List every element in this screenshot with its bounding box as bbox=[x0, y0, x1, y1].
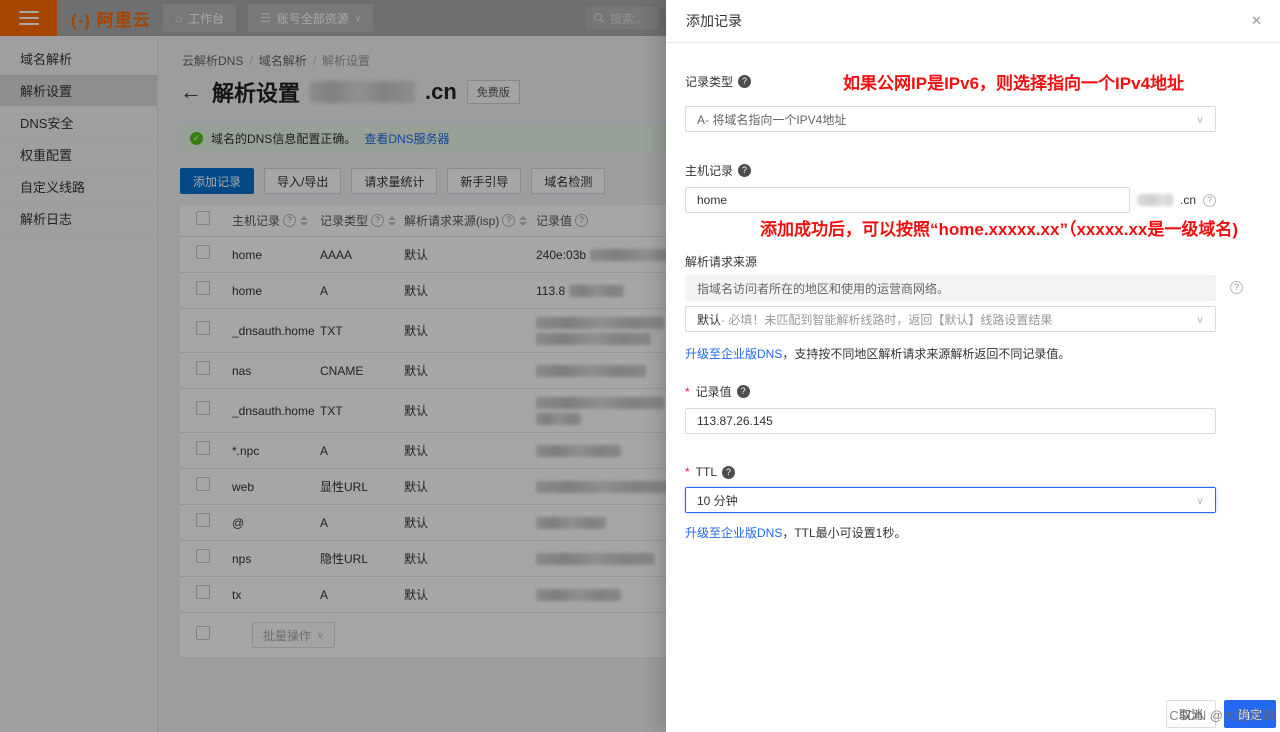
ttl-upgrade-note: 升级至企业版DNS，TTL最小可设置1秒。 bbox=[685, 524, 1216, 541]
ttl-select[interactable]: 10 分钟 ∨ bbox=[685, 487, 1216, 513]
help-icon[interactable] bbox=[722, 466, 735, 479]
drawer-overlay-mask[interactable] bbox=[0, 0, 666, 732]
line-label-row: 解析请求来源 bbox=[685, 253, 1216, 270]
line-select[interactable]: 默认 - 必填！未匹配到智能解析线路时，返回【默认】线路设置结果 ∨ bbox=[685, 306, 1216, 332]
upgrade-dns-link[interactable]: 升级至企业版DNS bbox=[685, 347, 782, 361]
required-asterisk: * bbox=[685, 465, 690, 479]
host-record-label: 主机记录 bbox=[685, 162, 733, 179]
cancel-button[interactable]: 取消 bbox=[1166, 700, 1216, 728]
line-label: 解析请求来源 bbox=[685, 253, 757, 270]
redacted-domain-name bbox=[1137, 194, 1173, 206]
chevron-down-icon: ∨ bbox=[1196, 494, 1204, 507]
ttl-label: TTL bbox=[696, 465, 717, 479]
record-type-label: 记录类型 bbox=[685, 73, 733, 90]
drawer-footer: 取消 确定 bbox=[1166, 700, 1276, 728]
ttl-label-row: * TTL bbox=[685, 465, 1216, 479]
chevron-down-icon: ∨ bbox=[1196, 313, 1204, 326]
ipv6-annotation: 如果公网IP是IPv6，则选择指向一个IPv4地址 bbox=[843, 69, 1184, 94]
line-upgrade-note: 升级至企业版DNS，支持按不同地区解析请求来源解析返回不同记录值。 bbox=[685, 345, 1216, 362]
help-icon[interactable] bbox=[738, 75, 751, 88]
record-type-label-row: 记录类型 bbox=[685, 73, 751, 90]
line-info-box: 指域名访问者所在的地区和使用的运营商网络。 bbox=[685, 275, 1216, 301]
drawer-header: 添加记录 ✕ bbox=[666, 0, 1280, 43]
host-annotation: 添加成功后，可以按照“home.xxxxx.xx”（xxxxx.xx是一级域名) bbox=[760, 215, 1216, 240]
host-record-input[interactable] bbox=[685, 187, 1130, 213]
drawer-title: 添加记录 bbox=[686, 11, 742, 31]
drawer-body: 记录类型 如果公网IP是IPv6，则选择指向一个IPv4地址 A- 将域名指向一… bbox=[666, 69, 1280, 541]
chevron-down-icon: ∨ bbox=[1196, 113, 1204, 126]
required-asterisk: * bbox=[685, 385, 690, 399]
help-icon[interactable] bbox=[1203, 194, 1216, 207]
record-value-label-row: * 记录值 bbox=[685, 383, 1216, 400]
host-domain-suffix: .cn bbox=[1180, 193, 1196, 207]
help-icon[interactable] bbox=[737, 385, 750, 398]
record-type-select[interactable]: A- 将域名指向一个IPV4地址 ∨ bbox=[685, 106, 1216, 132]
close-icon[interactable]: ✕ bbox=[1251, 13, 1262, 29]
confirm-button[interactable]: 确定 bbox=[1224, 700, 1276, 728]
help-icon[interactable] bbox=[738, 164, 751, 177]
host-record-label-row: 主机记录 bbox=[685, 162, 1216, 179]
record-value-label: 记录值 bbox=[696, 383, 732, 400]
add-record-drawer: 添加记录 ✕ 记录类型 如果公网IP是IPv6，则选择指向一个IPv4地址 A-… bbox=[666, 0, 1280, 732]
help-icon[interactable] bbox=[1230, 281, 1243, 294]
upgrade-dns-link[interactable]: 升级至企业版DNS bbox=[685, 526, 782, 540]
record-value-input[interactable] bbox=[685, 408, 1216, 434]
